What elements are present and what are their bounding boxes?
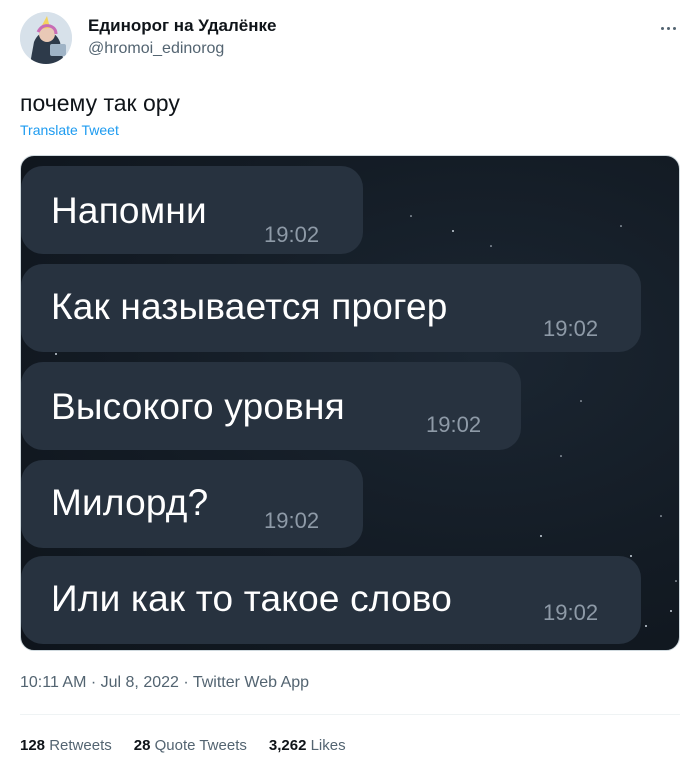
author-name[interactable]: Единорог на Удалёнке	[88, 16, 277, 36]
chat-message-time: 19:02	[543, 600, 599, 625]
chat-message-time: 19:02	[426, 412, 482, 437]
chat-message: Или как то такое слово 19:02	[21, 556, 641, 644]
author-handle[interactable]: @hromoi_edinorog	[88, 40, 224, 58]
chat-message-text: Высокого уровня	[51, 386, 345, 427]
tweet-header: Единорог на Удалёнке @hromoi_edinorog	[20, 12, 680, 64]
retweets-stat[interactable]: 128 Retweets	[20, 737, 112, 754]
chat-message-text: Милорд?	[51, 482, 209, 523]
avatar[interactable]	[20, 12, 72, 64]
tweet-text: почему так ору	[20, 90, 180, 116]
chat-message-time: 19:02	[264, 222, 320, 247]
chat-message-time: 19:02	[264, 508, 320, 533]
more-options-icon[interactable]	[656, 18, 680, 38]
quote-tweets-label: Quote Tweets	[154, 737, 247, 754]
tweet-image[interactable]: Напомни 19:02 Как называется прогер 19:0…	[20, 155, 680, 651]
unicorn-avatar-icon	[20, 12, 72, 64]
chat-message-text: Или как то такое слово	[51, 578, 453, 619]
translate-tweet-link[interactable]: Translate Tweet	[20, 122, 119, 138]
chat-message: Как называется прогер 19:02	[21, 264, 641, 352]
chat-message-text: Как называется прогер	[51, 286, 448, 327]
likes-count: 3,262	[268, 737, 307, 754]
chat-message-text: Напомни	[51, 190, 207, 231]
chat-message: Высокого уровня 19:02	[21, 362, 521, 450]
divider	[20, 714, 680, 715]
likes-label: Likes	[310, 737, 346, 754]
quote-tweets-count: 28	[133, 737, 151, 754]
chat-message: Напомни 19:02	[21, 166, 363, 254]
chat-message: Милорд? 19:02	[21, 460, 363, 548]
retweets-label: Retweets	[49, 737, 112, 754]
likes-stat[interactable]: 3,262 Likes	[269, 737, 346, 754]
tweet-metadata: 10:11 AM · Jul 8, 2022 · Twitter Web App	[20, 674, 310, 691]
chat-message-time: 19:02	[543, 316, 599, 341]
engagement-stats: 128 Retweets 28 Quote Tweets 3,262 Likes	[20, 737, 346, 754]
quote-tweets-stat[interactable]: 28 Quote Tweets	[134, 737, 247, 754]
retweets-count: 128	[20, 737, 46, 754]
